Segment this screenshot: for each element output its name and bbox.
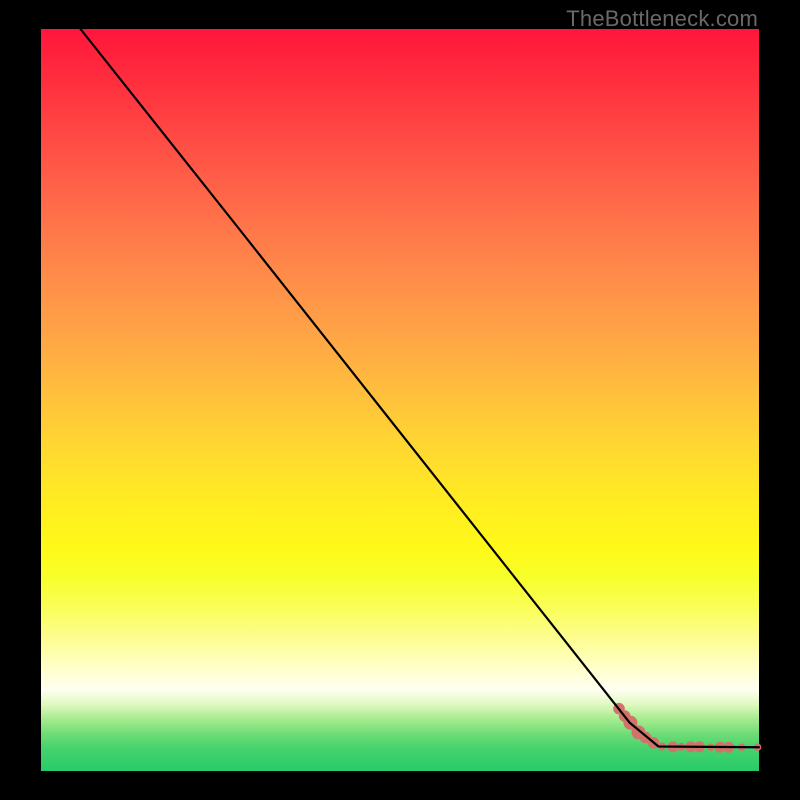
watermark-text: TheBottleneck.com — [566, 6, 758, 32]
chart-plot-area — [41, 29, 759, 771]
chart-svg — [41, 29, 759, 771]
chart-frame: TheBottleneck.com — [0, 0, 800, 800]
chart-curve — [80, 29, 759, 747]
